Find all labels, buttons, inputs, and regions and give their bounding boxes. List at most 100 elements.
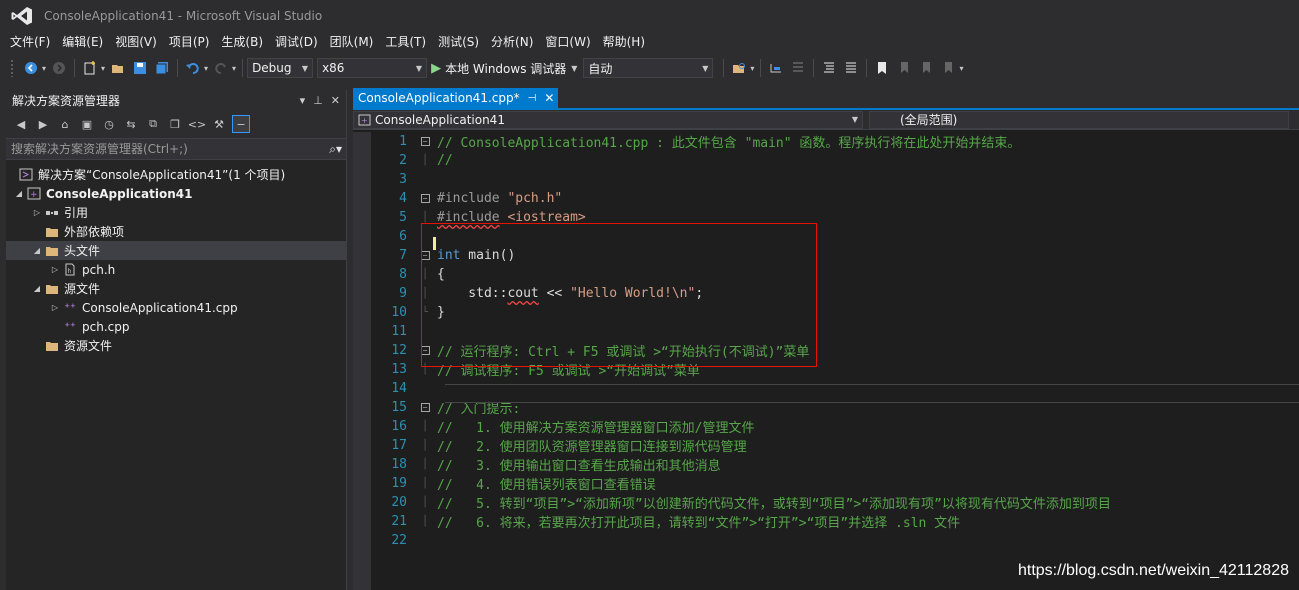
clear-bookmarks-icon[interactable] xyxy=(939,59,957,77)
collapse-icon[interactable]: − xyxy=(420,346,430,355)
switch-views-icon[interactable]: ▣ xyxy=(78,115,96,133)
tab-label: ConsoleApplication41.cpp* xyxy=(358,91,520,105)
collapse-icon[interactable]: − xyxy=(420,251,430,260)
view-code-icon[interactable]: <> xyxy=(188,115,206,133)
pin-icon[interactable]: ⊥ xyxy=(313,94,323,107)
project-navigation-combo[interactable]: + ConsoleApplication41 ▼ xyxy=(353,110,863,129)
next-bookmark-icon[interactable] xyxy=(917,59,935,77)
menu-bar: 文件(F) 编辑(E) 视图(V) 项目(P) 生成(B) 调试(D) 团队(M… xyxy=(0,32,1299,52)
undo-icon[interactable] xyxy=(184,59,202,77)
bookmark-icon[interactable] xyxy=(873,59,891,77)
code-line: 21 │// 6. 将来，若要再次打开此项目，请转到“文件”>“打开”>“项目”并… xyxy=(391,514,961,531)
code-line: 7− int main() xyxy=(399,248,516,263)
redo-icon[interactable] xyxy=(212,59,230,77)
new-dropdown-icon[interactable]: ▾ xyxy=(101,64,105,73)
solution-platform-combo[interactable]: x86 ▼ xyxy=(317,58,428,78)
menu-test[interactable]: 测试(S) xyxy=(432,32,485,52)
sync-with-active-document-icon[interactable]: ⇆ xyxy=(122,115,140,133)
collapse-icon[interactable]: − xyxy=(420,194,430,203)
new-project-icon[interactable] xyxy=(81,59,99,77)
collapsed-arrow-icon[interactable]: ▷ xyxy=(48,265,62,274)
home-icon[interactable]: ⌂ xyxy=(56,115,74,133)
open-file-icon[interactable] xyxy=(109,59,127,77)
cpp-project-icon: + xyxy=(26,187,42,201)
menu-build[interactable]: 生成(B) xyxy=(215,32,269,52)
search-icon[interactable]: ⌕▾ xyxy=(329,142,342,157)
close-tab-icon[interactable]: ✕ xyxy=(544,91,554,105)
show-all-files-icon[interactable]: ❐ xyxy=(166,115,184,133)
tree-item-project[interactable]: ◢ + ConsoleApplication41 xyxy=(6,184,346,203)
collapse-icon[interactable]: − xyxy=(420,403,430,412)
navigate-forward-icon[interactable] xyxy=(50,59,68,77)
save-icon[interactable] xyxy=(131,59,149,77)
menu-view[interactable]: 视图(V) xyxy=(109,32,163,52)
tree-item-pch-h[interactable]: ▷ h pch.h xyxy=(6,260,346,279)
chevron-down-icon[interactable]: ▼ xyxy=(571,64,577,73)
menu-project[interactable]: 项目(P) xyxy=(163,32,216,52)
forward-icon[interactable]: ▶ xyxy=(34,115,52,133)
preview-selected-items-icon[interactable]: − xyxy=(232,115,250,133)
find-dropdown-icon[interactable]: ▾ xyxy=(750,64,754,73)
search-input[interactable] xyxy=(11,142,301,156)
menu-analyze[interactable]: 分析(N) xyxy=(485,32,539,52)
tree-item-resource-files[interactable]: 资源文件 xyxy=(6,336,346,355)
chevron-down-icon: ▼ xyxy=(851,115,858,124)
bookmark-list-icon[interactable] xyxy=(789,59,807,77)
expanded-arrow-icon[interactable]: ◢ xyxy=(30,284,44,293)
navigate-back-icon[interactable] xyxy=(22,59,40,77)
menu-debug[interactable]: 调试(D) xyxy=(269,32,324,52)
tree-item-main-cpp[interactable]: ▷ ⁺⁺ ConsoleApplication41.cpp xyxy=(6,298,346,317)
collapse-icon[interactable]: − xyxy=(420,137,430,146)
previous-bookmark-icon[interactable] xyxy=(895,59,913,77)
undo-dropdown-icon[interactable]: ▾ xyxy=(204,64,208,73)
collapsed-arrow-icon[interactable]: ▷ xyxy=(30,208,44,217)
menu-tools[interactable]: 工具(T) xyxy=(379,32,432,52)
pending-changes-filter-icon[interactable]: ◷ xyxy=(100,115,118,133)
code-line: 3 xyxy=(399,172,407,187)
debug-target-combo[interactable]: 自动 ▼ xyxy=(583,58,714,78)
tree-item-pch-cpp[interactable]: ⁺⁺ pch.cpp xyxy=(6,317,346,336)
collapse-all-icon[interactable]: ⧉ xyxy=(144,115,162,133)
close-icon[interactable]: ✕ xyxy=(331,94,340,107)
uncomment-lines-icon[interactable] xyxy=(842,59,860,77)
solution-explorer-title: 解决方案资源管理器 xyxy=(12,93,121,108)
back-dropdown-icon[interactable]: ▾ xyxy=(42,64,46,73)
tree-item-references[interactable]: ▷ 引用 xyxy=(6,203,346,222)
code-line: 10 └} xyxy=(391,305,445,320)
menu-edit[interactable]: 编辑(E) xyxy=(56,32,109,52)
menu-window[interactable]: 窗口(W) xyxy=(539,32,596,52)
start-debugging-button[interactable]: ▶ 本地 Windows 调试器 ▼ xyxy=(427,58,581,78)
document-tab-strip: ConsoleApplication41.cpp* ⊣ ✕ xyxy=(353,88,1299,110)
menu-file[interactable]: 文件(F) xyxy=(4,32,56,52)
toolbar-overflow-icon[interactable]: ▾ xyxy=(959,64,963,73)
menu-help[interactable]: 帮助(H) xyxy=(597,32,651,52)
play-icon: ▶ xyxy=(431,60,442,76)
save-all-icon[interactable] xyxy=(153,59,171,77)
find-in-files-icon[interactable] xyxy=(730,59,748,77)
tree-item-solution[interactable]: 解决方案“ConsoleApplication41”(1 个项目) xyxy=(6,165,346,184)
step-into-icon[interactable] xyxy=(767,59,785,77)
collapsed-arrow-icon[interactable]: ▷ xyxy=(48,303,62,312)
back-icon[interactable]: ◀ xyxy=(12,115,30,133)
comment-lines-icon[interactable] xyxy=(820,59,838,77)
code-line: 9 │ std:: cout << "Hello World!\n"; xyxy=(399,286,704,301)
tab-consoleapplication41-cpp[interactable]: ConsoleApplication41.cpp* ⊣ ✕ xyxy=(353,88,559,108)
pin-tab-icon[interactable]: ⊣ xyxy=(528,93,537,104)
scope-navigation-combo[interactable]: (全局范围) xyxy=(869,110,1289,129)
tree-item-header-files[interactable]: ◢ 头文件 xyxy=(6,241,346,260)
tree-item-label: 源文件 xyxy=(64,282,101,296)
tree-item-label: ConsoleApplication41 xyxy=(46,186,193,201)
menu-team[interactable]: 团队(M) xyxy=(324,32,380,52)
solution-configuration-combo[interactable]: Debug ▼ xyxy=(247,58,314,78)
toolbar-grip[interactable] xyxy=(10,59,14,77)
properties-wrench-icon[interactable]: ⚒ xyxy=(210,115,228,133)
tree-item-source-files[interactable]: ◢ 源文件 xyxy=(6,279,346,298)
code-line: 11 xyxy=(391,324,407,339)
tree-item-external-deps[interactable]: 外部依赖项 xyxy=(6,222,346,241)
redo-dropdown-icon[interactable]: ▾ xyxy=(232,64,236,73)
expanded-arrow-icon[interactable]: ◢ xyxy=(12,189,26,198)
expanded-arrow-icon[interactable]: ◢ xyxy=(30,246,44,255)
title-bar: ConsoleApplication41 - Microsoft Visual … xyxy=(0,0,1299,32)
code-view[interactable]: 1−// ConsoleApplication41.cpp : 此文件包含 "m… xyxy=(353,132,1299,590)
window-position-icon[interactable]: ▾ xyxy=(300,94,306,107)
